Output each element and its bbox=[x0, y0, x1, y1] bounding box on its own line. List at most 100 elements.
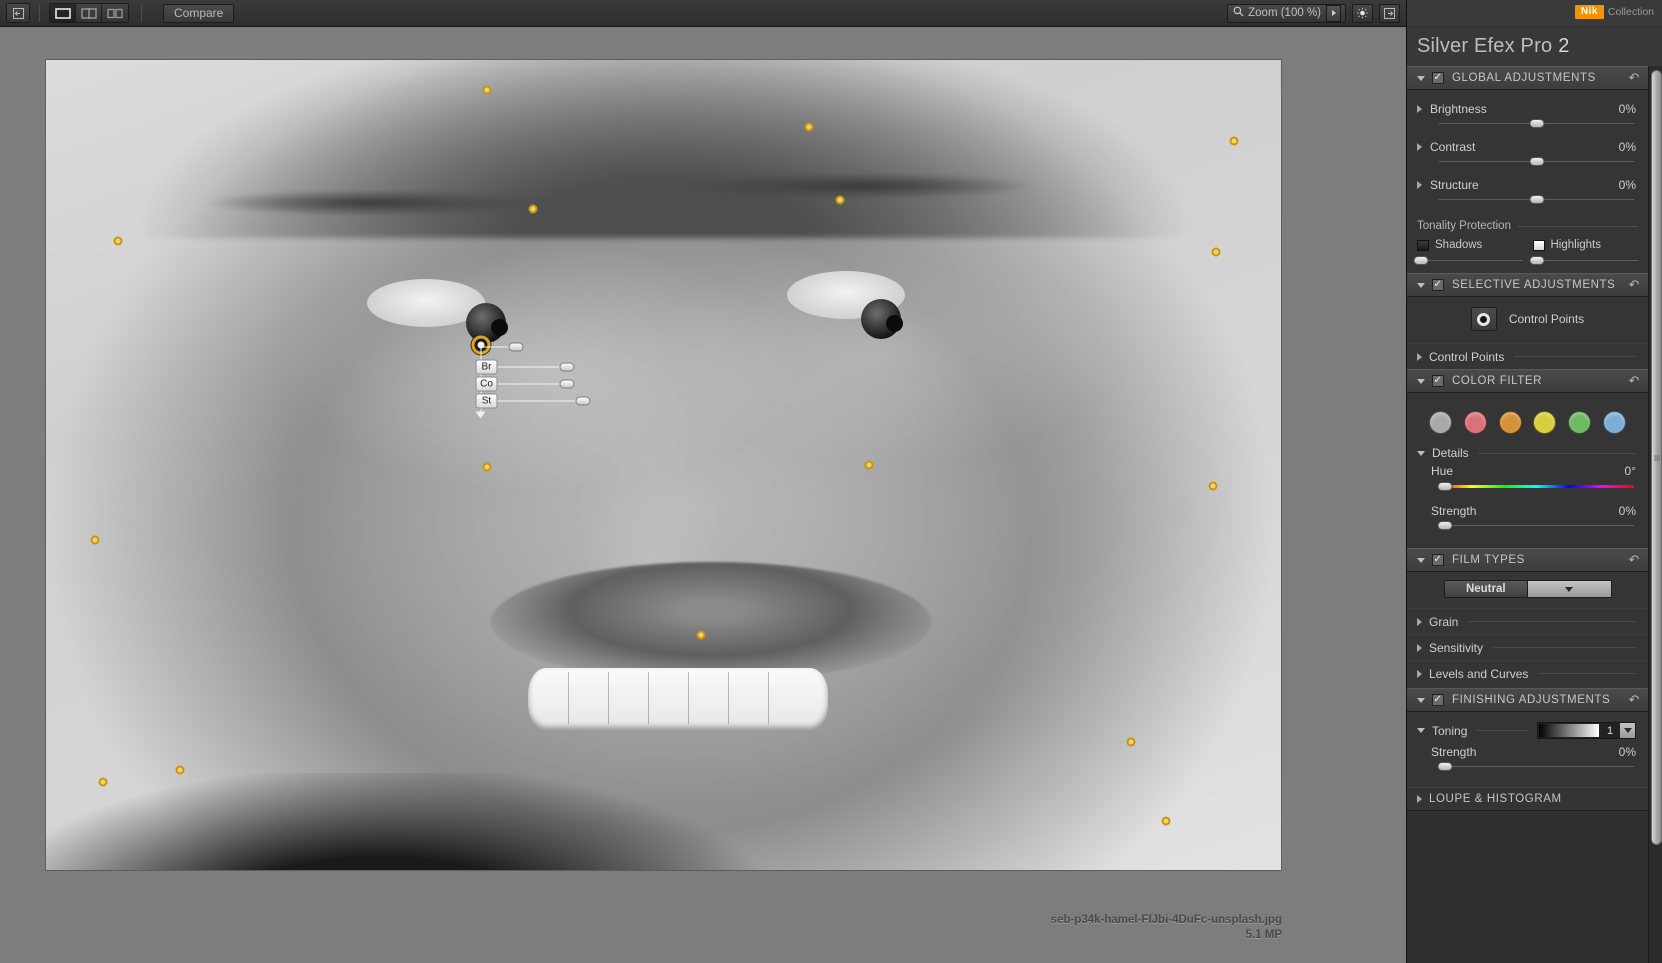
reset-arrow-icon-film-types[interactable]: ↶ bbox=[1629, 552, 1641, 568]
toning-row[interactable]: Toning 1 bbox=[1407, 714, 1648, 741]
filter-red[interactable] bbox=[1463, 411, 1487, 434]
slider-brightness[interactable]: Brightness 0% bbox=[1407, 98, 1648, 136]
section-header-selective-adjustments[interactable]: ✓ SELECTIVE ADJUSTMENTS ↶ bbox=[1407, 273, 1648, 297]
tonality-highlights[interactable]: Highlights bbox=[1529, 239, 1638, 265]
checkbox-global-adjustments[interactable]: ✓ bbox=[1432, 72, 1444, 84]
control-point-dot[interactable] bbox=[1229, 136, 1239, 146]
control-point-caret[interactable] bbox=[475, 411, 486, 419]
chevron-down-icon-toning[interactable] bbox=[1417, 728, 1425, 733]
split-pane-icon[interactable] bbox=[76, 4, 102, 22]
single-pane-icon[interactable] bbox=[50, 4, 76, 22]
filter-blue[interactable] bbox=[1603, 411, 1627, 434]
chevron-right-icon-loupe[interactable] bbox=[1417, 795, 1422, 803]
chevron-down-icon[interactable] bbox=[1417, 75, 1425, 81]
knob-structure[interactable] bbox=[1529, 195, 1544, 204]
control-point-dot[interactable] bbox=[482, 462, 492, 472]
chevron-down-icon-details[interactable] bbox=[1417, 450, 1425, 456]
knob-toning-strength[interactable] bbox=[1437, 762, 1453, 771]
control-point-size-slider[interactable] bbox=[480, 340, 524, 354]
chevron-right-icon-contrast[interactable] bbox=[1417, 143, 1422, 151]
control-point-dot[interactable] bbox=[113, 236, 123, 246]
track-contrast[interactable] bbox=[1439, 157, 1634, 166]
control-point-dot[interactable] bbox=[1126, 737, 1136, 747]
chevron-right-icon-grain[interactable] bbox=[1417, 617, 1422, 626]
reset-arrow-icon-selective[interactable]: ↶ bbox=[1629, 277, 1641, 293]
image-canvas[interactable]: Br Co St seb-p34k-hamel-FlJbi-4DuFc-unsp… bbox=[0, 27, 1406, 963]
zoom-dropdown-button[interactable] bbox=[1326, 4, 1341, 22]
slider-contrast[interactable]: Contrast 0% bbox=[1407, 136, 1648, 174]
knob-highlights[interactable] bbox=[1529, 256, 1545, 265]
slider-hue[interactable]: Hue 0° bbox=[1407, 460, 1648, 500]
photo-frame[interactable] bbox=[46, 60, 1281, 870]
sub-row-grain[interactable]: Grain bbox=[1407, 608, 1648, 634]
reset-arrow-icon-finishing[interactable]: ↶ bbox=[1629, 692, 1641, 708]
export-icon[interactable] bbox=[6, 3, 30, 23]
filter-orange[interactable] bbox=[1498, 411, 1522, 434]
zoom-control[interactable]: Zoom (100 %) bbox=[1227, 3, 1346, 23]
knob-contrast[interactable] bbox=[1529, 157, 1544, 166]
chevron-down-icon-toning-select[interactable] bbox=[1620, 723, 1635, 738]
reset-arrow-icon-color-filter[interactable]: ↶ bbox=[1629, 373, 1641, 389]
sub-row-control-points[interactable]: Control Points bbox=[1407, 343, 1648, 369]
panel-sections-container[interactable]: ✓ GLOBAL ADJUSTMENTS ↶ Brightness 0% Con… bbox=[1407, 66, 1648, 963]
track-highlights[interactable] bbox=[1529, 256, 1638, 265]
control-point-dot[interactable] bbox=[696, 630, 706, 640]
panel-scrollbar[interactable] bbox=[1648, 66, 1662, 963]
filter-green[interactable] bbox=[1568, 411, 1592, 434]
control-point-dot[interactable] bbox=[1208, 481, 1218, 491]
section-header-color-filter[interactable]: ✓ COLOR FILTER ↶ bbox=[1407, 369, 1648, 393]
details-group-header[interactable]: Details bbox=[1407, 440, 1648, 460]
chevron-down-icon-selective[interactable] bbox=[1417, 282, 1425, 288]
chevron-down-icon-film-select[interactable] bbox=[1527, 581, 1611, 597]
section-header-global-adjustments[interactable]: ✓ GLOBAL ADJUSTMENTS ↶ bbox=[1407, 66, 1648, 90]
control-point-dot[interactable] bbox=[1161, 816, 1171, 826]
section-header-finishing-adjustments[interactable]: ✓ FINISHING ADJUSTMENTS ↶ bbox=[1407, 688, 1648, 712]
control-point-structure-slider[interactable]: St bbox=[475, 393, 591, 408]
track-toning-strength[interactable] bbox=[1437, 762, 1634, 771]
control-point-dot[interactable] bbox=[528, 204, 538, 214]
chevron-right-icon-sensitivity[interactable] bbox=[1417, 643, 1422, 652]
chevron-down-icon-color-filter[interactable] bbox=[1417, 378, 1425, 384]
control-point-dot[interactable] bbox=[804, 122, 814, 132]
reset-arrow-icon-global[interactable]: ↶ bbox=[1629, 70, 1641, 86]
checkbox-selective-adjustments[interactable]: ✓ bbox=[1432, 279, 1444, 291]
chevron-down-icon-film-types[interactable] bbox=[1417, 557, 1425, 563]
knob-shadows[interactable] bbox=[1413, 256, 1429, 265]
control-point-contrast-slider[interactable]: Co bbox=[475, 376, 575, 391]
apply-icon[interactable] bbox=[1379, 3, 1400, 23]
filter-neutral[interactable] bbox=[1428, 411, 1452, 434]
chevron-right-icon-control-points[interactable] bbox=[1417, 352, 1422, 361]
control-point-dot[interactable] bbox=[835, 195, 845, 205]
knob-color-strength[interactable] bbox=[1437, 521, 1453, 530]
chevron-right-icon-structure[interactable] bbox=[1417, 181, 1422, 189]
chevron-down-icon-finishing[interactable] bbox=[1417, 697, 1425, 703]
checkbox-finishing-adjustments[interactable]: ✓ bbox=[1432, 694, 1444, 706]
checkbox-film-types[interactable]: ✓ bbox=[1432, 554, 1444, 566]
sub-row-levels-and-curves[interactable]: Levels and Curves bbox=[1407, 660, 1648, 686]
compare-button[interactable]: Compare bbox=[163, 3, 235, 23]
knob-hue[interactable] bbox=[1437, 482, 1453, 491]
lamp-icon[interactable] bbox=[1352, 3, 1373, 23]
control-point-dot[interactable] bbox=[864, 460, 874, 470]
section-header-film-types[interactable]: ✓ FILM TYPES ↶ bbox=[1407, 548, 1648, 572]
control-point-brightness-slider[interactable]: Br bbox=[475, 359, 575, 374]
control-point-dot[interactable] bbox=[482, 85, 492, 95]
toning-preset-select[interactable]: 1 bbox=[1537, 722, 1636, 739]
track-shadows[interactable] bbox=[1413, 256, 1523, 265]
slider-color-strength[interactable]: Strength 0% bbox=[1407, 500, 1648, 538]
knob-brightness[interactable] bbox=[1529, 119, 1544, 128]
two-pane-icon[interactable] bbox=[102, 4, 128, 22]
track-brightness[interactable] bbox=[1439, 119, 1634, 128]
chevron-right-icon-levels[interactable] bbox=[1417, 669, 1422, 678]
track-structure[interactable] bbox=[1439, 195, 1634, 204]
filter-yellow[interactable] bbox=[1533, 411, 1557, 434]
control-point-dot[interactable] bbox=[1211, 247, 1221, 257]
active-control-point-widget[interactable]: Br Co St bbox=[471, 335, 591, 419]
control-point-dot[interactable] bbox=[98, 777, 108, 787]
control-point-dot[interactable] bbox=[90, 535, 100, 545]
chevron-right-icon-brightness[interactable] bbox=[1417, 105, 1422, 113]
sub-row-sensitivity[interactable]: Sensitivity bbox=[1407, 634, 1648, 660]
panel-scrollbar-thumb[interactable] bbox=[1651, 70, 1662, 845]
track-color-strength[interactable] bbox=[1437, 521, 1634, 530]
add-control-point-button[interactable] bbox=[1470, 307, 1497, 331]
